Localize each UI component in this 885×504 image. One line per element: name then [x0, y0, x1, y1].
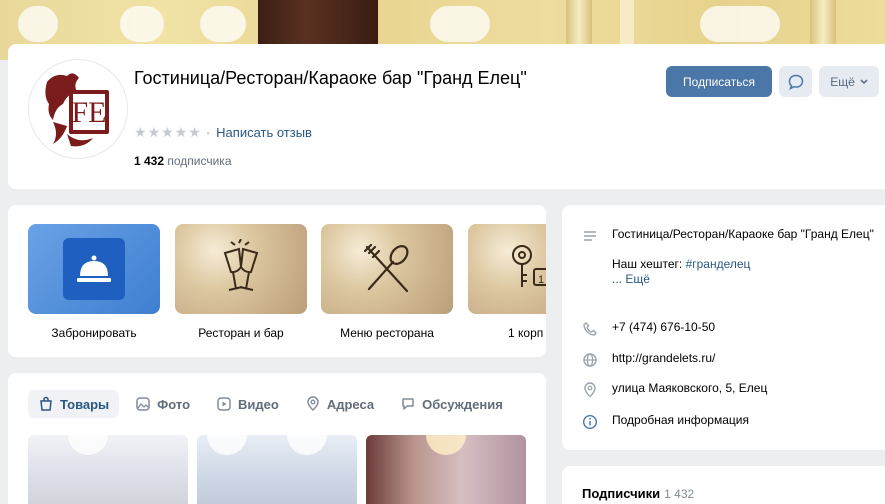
- tab-videos[interactable]: Видео: [206, 390, 289, 418]
- bell-icon: [77, 255, 111, 282]
- apps-widget: Забронировать Ресторан и бар Меню рестор…: [8, 205, 546, 357]
- subscribers-title: Подписчики: [582, 486, 661, 501]
- group-title: Гостиница/Ресторан/Караоке бар "Гранд Ел…: [134, 68, 527, 88]
- photo-icon: [136, 397, 150, 411]
- comments-icon: [402, 398, 414, 410]
- tab-photos[interactable]: Фото: [125, 390, 200, 418]
- hashtag-prefix: Наш хештег:: [612, 257, 683, 271]
- app-menu-tile[interactable]: [321, 224, 453, 314]
- tab-addresses[interactable]: Адреса: [295, 390, 384, 418]
- app-label: Меню ресторана: [340, 326, 434, 340]
- app-label: Ресторан и бар: [198, 326, 284, 340]
- tab-discussions[interactable]: Обсуждения: [390, 390, 513, 418]
- group-info: Гостиница/Ресторан/Караоке бар "Гранд Ел…: [562, 205, 885, 450]
- description-text: Гостиница/Ресторан/Караоке бар "Гранд Ел…: [612, 227, 874, 241]
- address-link[interactable]: улица Маяковского, 5, Елец: [612, 381, 882, 396]
- show-more-link[interactable]: ... Ещё: [612, 272, 882, 287]
- phone-link[interactable]: +7 (474) 676-10-50: [612, 320, 882, 335]
- bag-icon: [40, 396, 52, 411]
- chevron-down-icon: [860, 78, 868, 84]
- keys-icon: 1: [512, 245, 546, 287]
- product-item[interactable]: [366, 435, 526, 504]
- video-icon: [217, 397, 231, 411]
- app-building-tile[interactable]: 1: [468, 224, 546, 314]
- app-menu[interactable]: Меню ресторана: [321, 224, 453, 340]
- info-description: Гостиница/Ресторан/Караоке бар "Гранд Ел…: [582, 227, 882, 287]
- subscribers-block-count: 1 432: [664, 487, 695, 501]
- tab-label: Адреса: [326, 396, 375, 412]
- product-item[interactable]: [197, 435, 357, 504]
- app-restaurant-bar[interactable]: Ресторан и бар: [175, 224, 307, 340]
- group-header: FE Гостиница/Ресторан/Караоке бар "Гранд…: [8, 44, 885, 189]
- details-link[interactable]: Подробная информация: [612, 413, 882, 428]
- subscribers-label: подписчика: [167, 154, 232, 168]
- tab-products[interactable]: Товары: [28, 390, 120, 418]
- app-restaurant-tile[interactable]: [175, 224, 307, 314]
- message-bubble-icon: [788, 74, 803, 90]
- location-icon: [307, 396, 319, 412]
- rating-row: ★ ★ ★ ★ ★ · Написать отзыв: [134, 124, 312, 141]
- subscribers-count[interactable]: 1 432 подписчика: [134, 154, 232, 168]
- message-button[interactable]: [779, 66, 812, 97]
- hashtag-link[interactable]: #гранделец: [686, 257, 751, 271]
- location-pin-icon: [584, 382, 596, 398]
- rating-separator: ·: [205, 125, 211, 140]
- star-icon[interactable]: ★: [134, 124, 147, 141]
- write-review-link[interactable]: Написать отзыв: [216, 125, 312, 140]
- star-icon[interactable]: ★: [161, 124, 174, 141]
- subscribe-button[interactable]: Подписаться: [666, 66, 772, 97]
- tab-label: Видео: [238, 396, 279, 412]
- content-tabs-card: Товары Фото Видео Адреса Обсуждения: [8, 373, 546, 504]
- group-avatar[interactable]: FE: [29, 60, 127, 158]
- app-label: Забронировать: [51, 326, 137, 340]
- more-button[interactable]: Ещё: [819, 66, 879, 97]
- app-building-1[interactable]: 1 1 корп: [468, 224, 546, 340]
- info-phone: +7 (474) 676-10-50: [582, 320, 882, 337]
- lion-crest-logo-icon: FE: [33, 64, 123, 154]
- info-address: улица Маяковского, 5, Елец: [582, 381, 882, 398]
- info-details: Подробная информация: [582, 413, 882, 430]
- fork-spoon-icon: [363, 243, 409, 293]
- app-label: 1 корп: [508, 326, 544, 340]
- app-book[interactable]: Забронировать: [28, 224, 160, 340]
- subscribers-header[interactable]: Подписчики 1 432: [582, 486, 694, 501]
- website-link[interactable]: http://grandelets.ru/: [612, 351, 882, 366]
- svg-text:1: 1: [538, 274, 544, 286]
- svg-text:FE: FE: [71, 96, 106, 129]
- content-tabs: Товары Фото Видео Адреса Обсуждения: [28, 390, 513, 418]
- star-icon[interactable]: ★: [175, 124, 188, 141]
- info-icon: [582, 414, 598, 430]
- tab-label: Товары: [60, 396, 110, 412]
- subscribers-number: 1 432: [134, 154, 165, 168]
- info-website: http://grandelets.ru/: [582, 351, 882, 368]
- globe-icon: [583, 353, 597, 367]
- description-icon: [584, 231, 596, 241]
- more-button-label: Ещё: [830, 74, 855, 89]
- tab-label: Обсуждения: [422, 396, 503, 412]
- product-item[interactable]: [28, 435, 188, 504]
- champagne-glasses-icon: [223, 239, 259, 291]
- phone-icon: [583, 322, 597, 336]
- app-book-tile[interactable]: [28, 224, 160, 314]
- subscribers-block: Подписчики 1 432: [562, 466, 885, 504]
- star-icon[interactable]: ★: [188, 124, 201, 141]
- star-icon[interactable]: ★: [148, 124, 161, 141]
- tab-label: Фото: [157, 396, 191, 412]
